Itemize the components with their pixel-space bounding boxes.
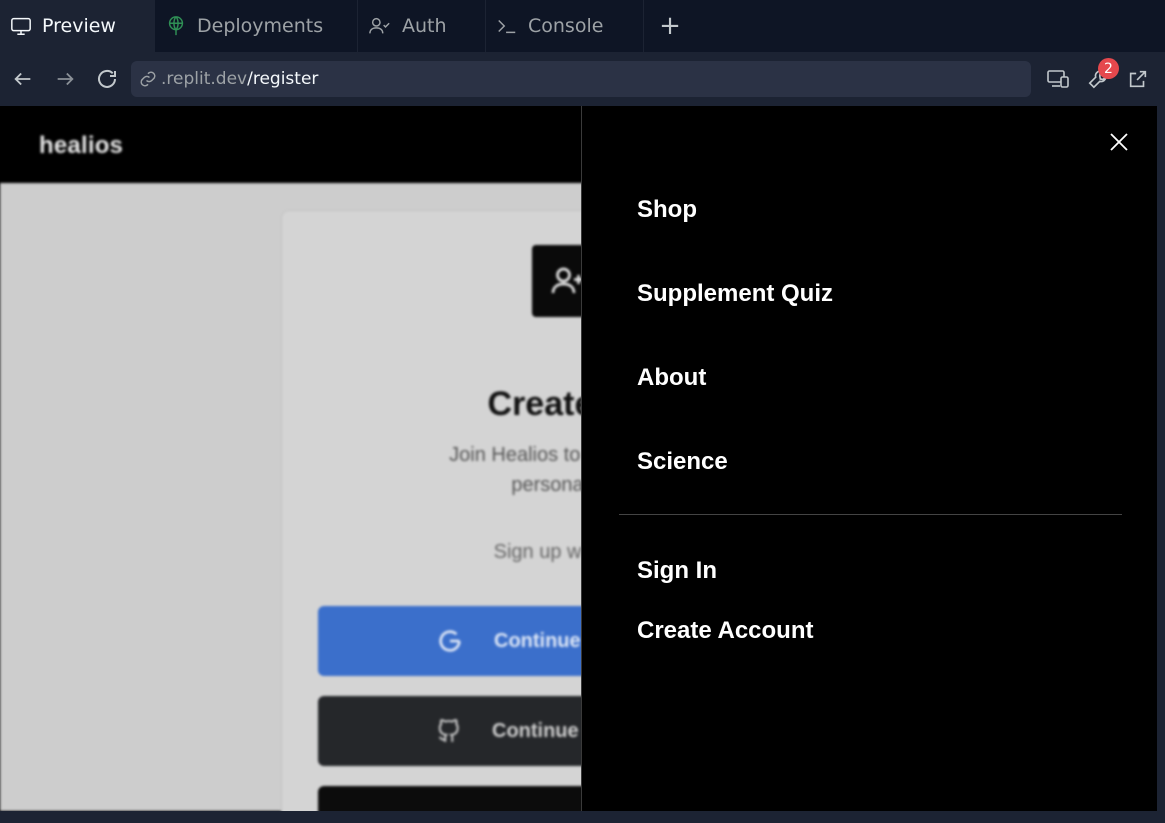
user-check-icon (369, 17, 390, 34)
menu-item-supplement-quiz[interactable]: Supplement Quiz (637, 280, 833, 308)
preview-pane: healios Create your Join Healios to acce… (0, 106, 1157, 811)
tab-bar: Preview Deployments Auth Console + (0, 0, 1165, 52)
back-button[interactable] (2, 59, 44, 99)
external-link-icon (1129, 70, 1147, 88)
menu-item-about[interactable]: About (637, 364, 706, 392)
tab-label: Console (528, 15, 604, 37)
tab-console[interactable]: Console (486, 0, 644, 52)
url-domain: .replit.dev (161, 69, 248, 89)
create-account-link[interactable]: Create Account (637, 617, 813, 645)
arrow-right-icon (57, 72, 74, 86)
tab-label: Preview (42, 15, 116, 37)
sign-in-link[interactable]: Sign In (637, 557, 717, 585)
tab-deployments[interactable]: Deployments (155, 0, 358, 52)
tab-label: Deployments (197, 15, 324, 37)
scrollbar-gutter (1157, 106, 1165, 811)
open-new-tab-button[interactable] (1125, 65, 1151, 93)
github-icon (438, 719, 459, 742)
monitor-icon (11, 17, 31, 35)
button-label: Continue (492, 719, 579, 742)
mobile-nav-menu: Shop Supplement Quiz About Science Sign … (581, 106, 1157, 811)
terminal-icon (498, 19, 516, 34)
button-label: Continue (494, 629, 581, 652)
devtools-button[interactable]: 2 (1085, 58, 1119, 93)
forward-button[interactable] (44, 59, 86, 99)
close-menu-button[interactable] (1107, 130, 1131, 154)
arrow-left-icon (14, 72, 31, 86)
notification-badge: 2 (1098, 58, 1119, 79)
menu-item-science[interactable]: Science (637, 448, 728, 476)
tab-auth[interactable]: Auth (358, 0, 486, 52)
site-logo: healios (39, 132, 124, 159)
reload-button[interactable] (86, 59, 128, 99)
reload-icon (98, 69, 116, 88)
deploy-icon (168, 16, 184, 36)
menu-divider (619, 514, 1122, 515)
add-tab-button[interactable]: + (644, 0, 696, 52)
close-icon (1110, 133, 1128, 151)
devices-icon (1047, 70, 1069, 88)
url-bar: .replit.dev/register 2 (0, 52, 1165, 106)
plus-icon: + (659, 11, 681, 41)
url-path: /register (247, 69, 319, 89)
link-icon (140, 71, 156, 87)
tab-label: Auth (402, 15, 447, 37)
preview-toolbar: 2 (1045, 58, 1151, 93)
menu-item-shop[interactable]: Shop (637, 196, 697, 224)
bottom-edge (0, 811, 1165, 823)
app-window: Preview Deployments Auth Console + .repl… (0, 0, 1165, 823)
device-preview-button[interactable] (1045, 65, 1071, 93)
url-input[interactable]: .replit.dev/register (131, 61, 1031, 97)
google-icon (439, 630, 461, 652)
tab-preview[interactable]: Preview (0, 0, 155, 52)
